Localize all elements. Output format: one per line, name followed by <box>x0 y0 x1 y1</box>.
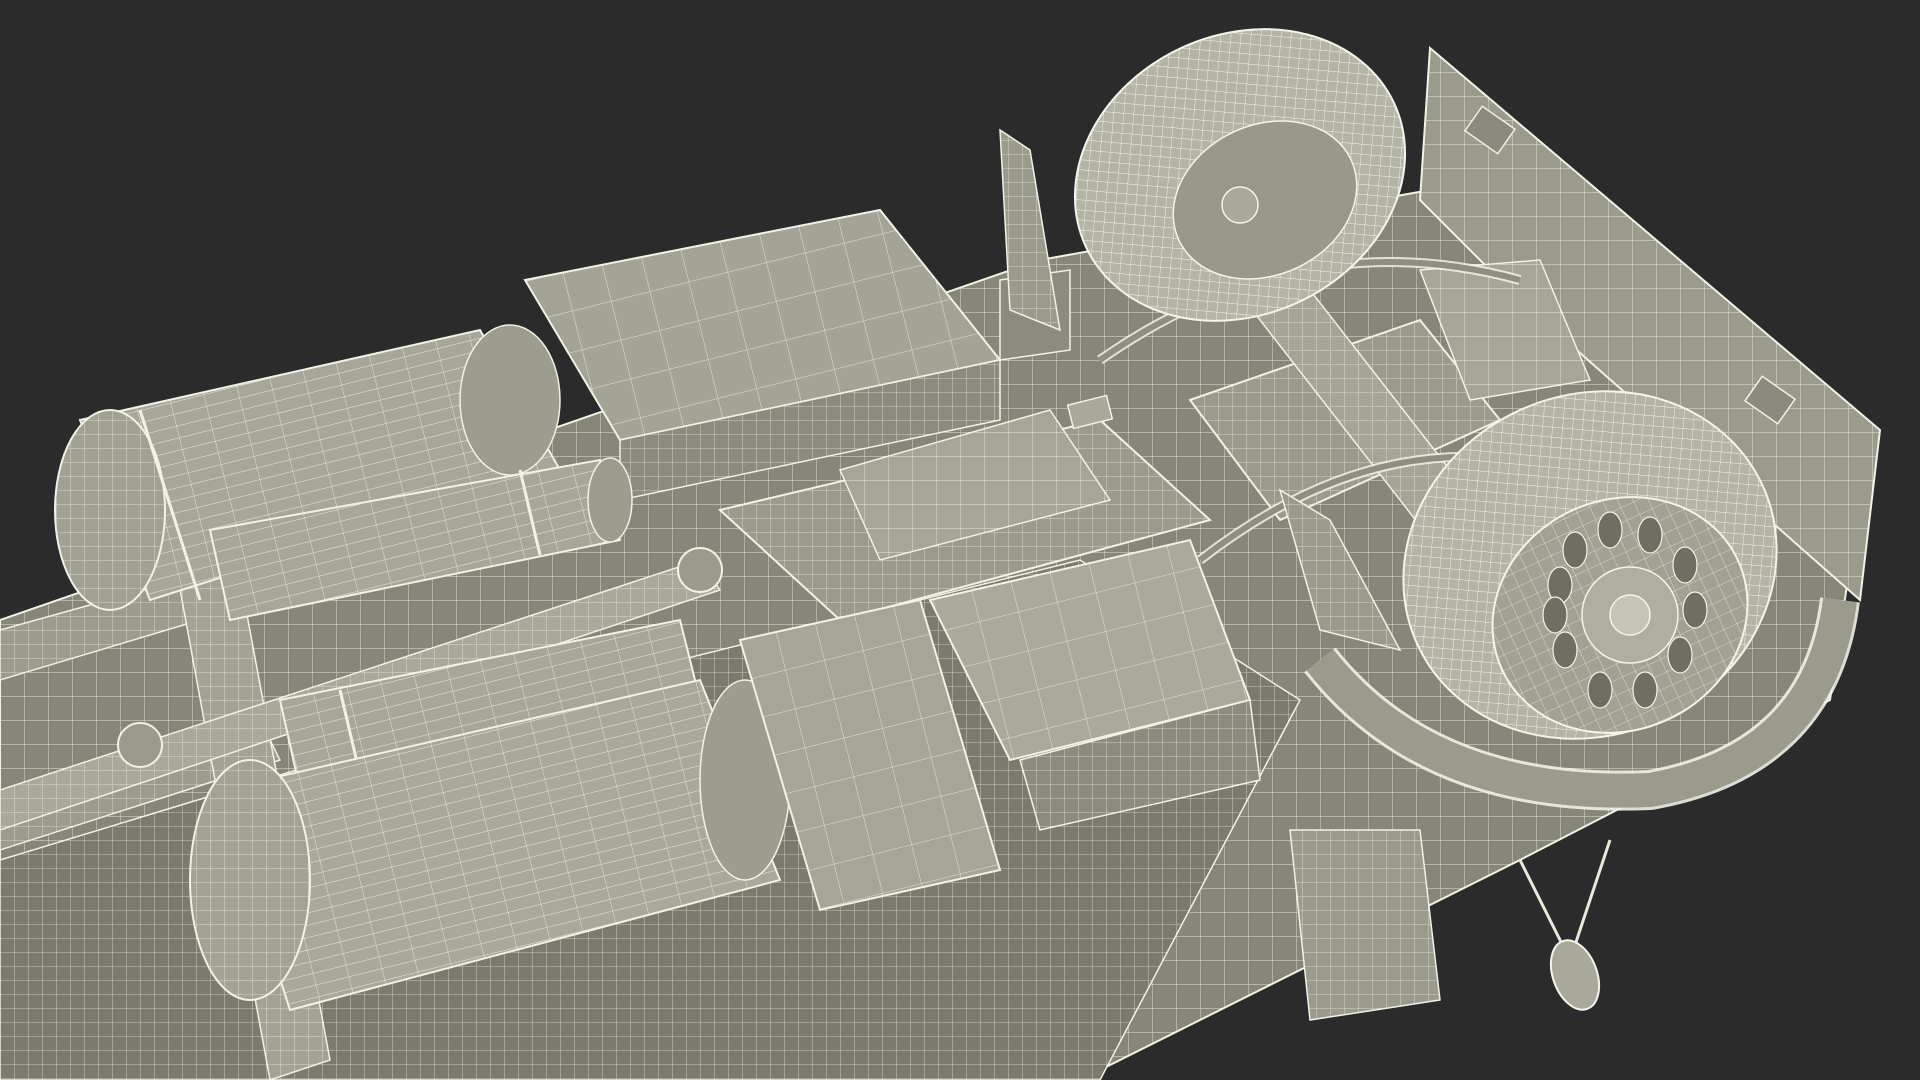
step-panel <box>1289 829 1441 1021</box>
wireframe-render <box>0 0 1920 1080</box>
